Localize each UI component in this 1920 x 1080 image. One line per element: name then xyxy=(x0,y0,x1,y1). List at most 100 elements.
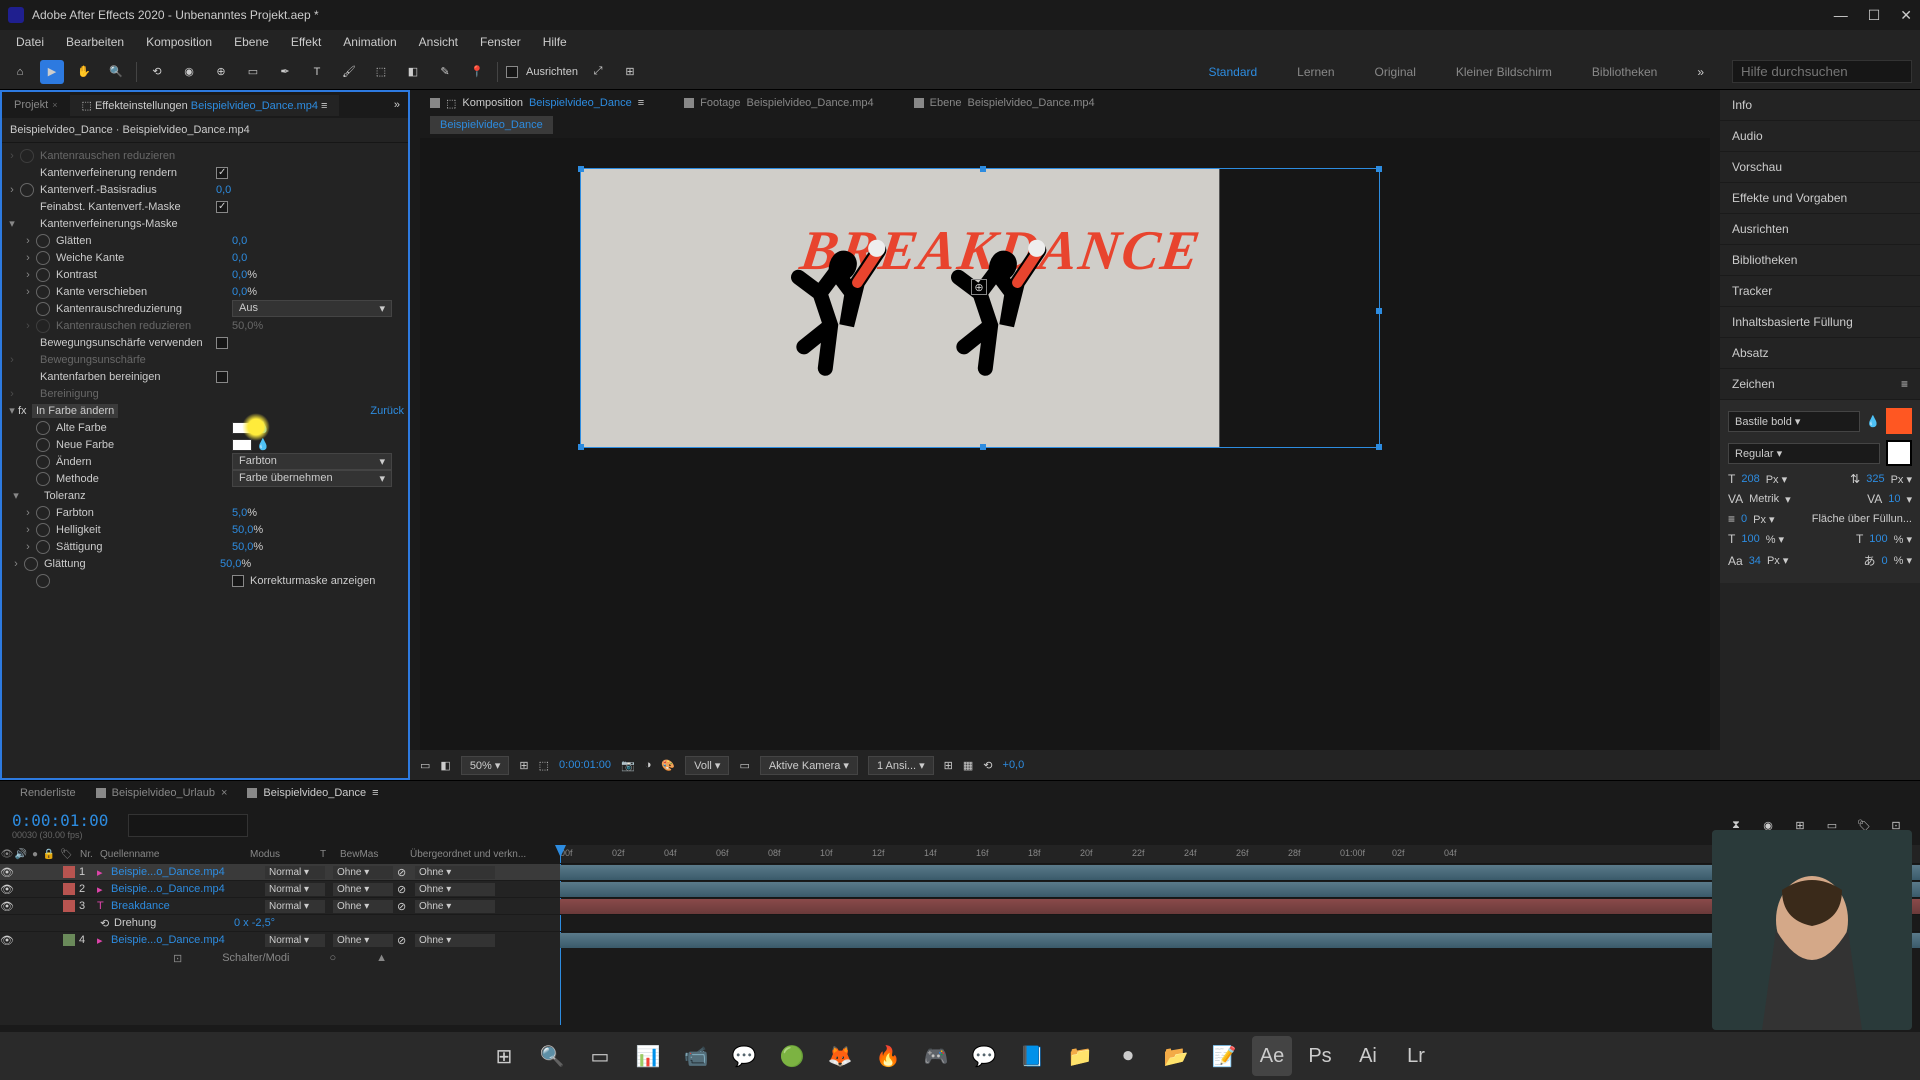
viewer-icon[interactable]: ⬚ xyxy=(539,759,549,772)
timeline-layer[interactable]: 👁 1 ▸ Beispie...o_Dance.mp4 Normal ▾ Ohn… xyxy=(0,863,560,880)
panel-absatz[interactable]: Absatz xyxy=(1720,338,1920,369)
taskbar-app[interactable]: 📁 xyxy=(1060,1036,1100,1076)
eraser-tool[interactable]: ◧ xyxy=(401,60,425,84)
old-color-swatch[interactable] xyxy=(232,422,252,434)
layer-name[interactable]: Beispie...o_Dance.mp4 xyxy=(111,866,261,878)
hand-tool[interactable]: ✋ xyxy=(72,60,96,84)
panel-expand-icon[interactable]: » xyxy=(386,99,408,111)
maximize-button[interactable]: ☐ xyxy=(1868,7,1881,24)
composition-viewer[interactable]: BREAKDANCE ⊕ xyxy=(420,138,1710,750)
taskbar-app[interactable]: Lr xyxy=(1396,1036,1436,1076)
leading-value[interactable]: 325 xyxy=(1866,473,1884,485)
tab-urlaub[interactable]: Beispielvideo_Urlaub × xyxy=(96,787,228,799)
feinabst-checkbox[interactable] xyxy=(216,201,228,213)
vscale-value[interactable]: 100 xyxy=(1869,533,1887,545)
layer-color[interactable] xyxy=(63,883,75,895)
ws-lernen[interactable]: Lernen xyxy=(1297,65,1334,79)
text-tool[interactable]: T xyxy=(305,60,329,84)
stroke-over-dropdown[interactable]: Fläche über Füllun... xyxy=(1812,513,1912,525)
panel-bibliotheken[interactable]: Bibliotheken xyxy=(1720,245,1920,276)
taskbar-app[interactable]: ⊞ xyxy=(484,1036,524,1076)
korrekturmaske-checkbox[interactable] xyxy=(232,575,244,587)
clean-edge-colors-checkbox[interactable] xyxy=(216,371,228,383)
panel-ausrichten[interactable]: Ausrichten xyxy=(1720,214,1920,245)
taskbar-app[interactable]: 📘 xyxy=(1012,1036,1052,1076)
tab-projekt[interactable]: Projekt× xyxy=(2,95,70,115)
timeline-search[interactable] xyxy=(128,814,248,837)
parent-dropdown[interactable]: Ohne ▾ xyxy=(415,866,495,879)
orbit-tool[interactable]: ⟲ xyxy=(145,60,169,84)
viewer-icon[interactable]: ⊞ xyxy=(519,759,528,772)
tab-komposition[interactable]: ⬚ Komposition Beispielvideo_Dance ≡ xyxy=(430,97,644,110)
snap-grid-icon[interactable]: ⊞ xyxy=(618,60,642,84)
helligkeit-value[interactable]: 50,0 xyxy=(232,524,263,536)
menu-effekt[interactable]: Effekt xyxy=(281,32,331,52)
saettigung-value[interactable]: 50,0 xyxy=(232,541,263,553)
viewer-icon[interactable]: ▭ xyxy=(739,759,749,772)
kante-verschieben-value[interactable]: 0,0 xyxy=(232,286,257,298)
tracking-value[interactable]: 10 xyxy=(1888,493,1900,505)
font-family-dropdown[interactable]: Bastile bold ▾ xyxy=(1728,411,1860,432)
kerning-dropdown[interactable]: Metrik xyxy=(1749,493,1779,505)
current-time[interactable]: 0:00:01:00 xyxy=(12,811,108,830)
motion-blur-checkbox[interactable] xyxy=(216,337,228,349)
trkmat-dropdown[interactable]: Ohne ▾ xyxy=(333,934,393,947)
visibility-toggle[interactable]: 👁 xyxy=(0,934,14,947)
ws-standard[interactable]: Standard xyxy=(1208,65,1257,79)
taskbar-app[interactable]: 💬 xyxy=(724,1036,764,1076)
stroke-swatch[interactable] xyxy=(1886,440,1912,466)
effect-name[interactable]: In Farbe ändern xyxy=(32,404,118,418)
trkmat-dropdown[interactable]: Ohne ▾ xyxy=(333,866,393,879)
ws-bibliotheken[interactable]: Bibliotheken xyxy=(1592,65,1657,79)
menu-datei[interactable]: Datei xyxy=(6,32,54,52)
zoom-tool[interactable]: 🔍 xyxy=(104,60,128,84)
help-search-input[interactable] xyxy=(1732,60,1912,83)
viewer-icon[interactable]: ◑ xyxy=(645,759,652,771)
eyedropper-icon[interactable]: 💧 xyxy=(256,421,270,434)
layer-name[interactable]: Beispie...o_Dance.mp4 xyxy=(111,934,261,946)
toggle-switches-icon[interactable]: ⊡ xyxy=(173,952,182,965)
render-edge-checkbox[interactable] xyxy=(216,167,228,179)
blend-mode-dropdown[interactable]: Normal ▾ xyxy=(265,934,325,947)
aendern-dropdown[interactable]: Farbton▾ xyxy=(232,453,392,470)
toggle-up-icon[interactable]: ▲ xyxy=(376,952,387,964)
panel-inhaltsbasiert[interactable]: Inhaltsbasierte Füllung xyxy=(1720,307,1920,338)
taskbar-app[interactable]: 🔍 xyxy=(532,1036,572,1076)
roto-tool[interactable]: ✎ xyxy=(433,60,457,84)
layer-color[interactable] xyxy=(63,900,75,912)
font-style-dropdown[interactable]: Regular ▾ xyxy=(1728,443,1880,464)
blend-mode-dropdown[interactable]: Normal ▾ xyxy=(265,866,325,879)
taskbar-app[interactable]: 🟢 xyxy=(772,1036,812,1076)
weiche-kante-value[interactable]: 0,0 xyxy=(232,252,247,264)
reset-link[interactable]: Zurück xyxy=(370,405,404,417)
layer-name[interactable]: Breakdance xyxy=(111,900,261,912)
taskbar-app[interactable]: Ps xyxy=(1300,1036,1340,1076)
visibility-toggle[interactable]: 👁 xyxy=(0,883,14,896)
viewer-icon[interactable]: ◧ xyxy=(440,759,450,772)
farbton-value[interactable]: 5,0 xyxy=(232,507,257,519)
unified-camera-tool[interactable]: ◉ xyxy=(177,60,201,84)
ws-kleiner[interactable]: Kleiner Bildschirm xyxy=(1456,65,1552,79)
minimize-button[interactable]: — xyxy=(1834,7,1848,24)
trkmat-dropdown[interactable]: Ohne ▾ xyxy=(333,900,393,913)
taskbar-app[interactable]: 📹 xyxy=(676,1036,716,1076)
parent-dropdown[interactable]: Ohne ▾ xyxy=(415,934,495,947)
taskbar-app[interactable]: 🎮 xyxy=(916,1036,956,1076)
panel-zeichen[interactable]: Zeichen≡ xyxy=(1720,369,1920,400)
visibility-toggle[interactable]: 👁 xyxy=(0,900,14,913)
ws-original[interactable]: Original xyxy=(1375,65,1416,79)
snap-option-icon[interactable]: ⤢ xyxy=(586,60,610,84)
comp-breadcrumb[interactable]: Beispielvideo_Dance xyxy=(430,116,553,134)
tab-footage[interactable]: Footage Beispielvideo_Dance.mp4 xyxy=(684,97,874,109)
tsume-value[interactable]: 34 xyxy=(1749,555,1761,567)
anchor-tool[interactable]: ⊕ xyxy=(209,60,233,84)
new-color-swatch[interactable] xyxy=(232,439,252,451)
timeline-layer[interactable]: 👁 4 ▸ Beispie...o_Dance.mp4 Normal ▾ Ohn… xyxy=(0,931,560,948)
panel-tracker[interactable]: Tracker xyxy=(1720,276,1920,307)
baseline-value[interactable]: 0 xyxy=(1741,513,1747,525)
timeline-layer[interactable]: 👁 3 T Breakdance Normal ▾ Ohne ▾ ⊘ Ohne … xyxy=(0,897,560,914)
taskbar-app[interactable]: 🔥 xyxy=(868,1036,908,1076)
taskbar-app[interactable]: 📂 xyxy=(1156,1036,1196,1076)
taskbar-app[interactable]: 🦊 xyxy=(820,1036,860,1076)
taskbar-app[interactable]: 📝 xyxy=(1204,1036,1244,1076)
